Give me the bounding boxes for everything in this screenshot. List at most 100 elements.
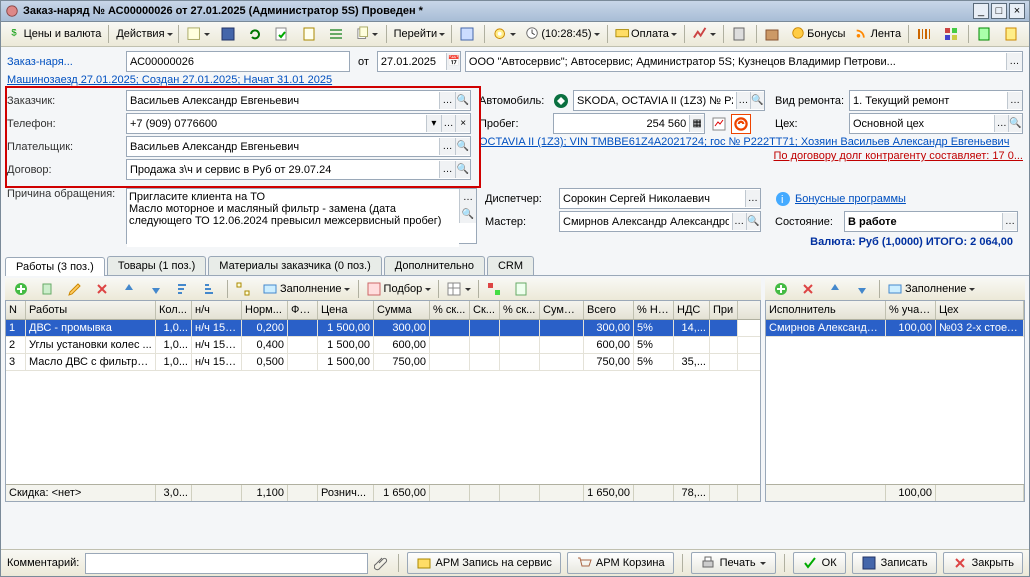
calendar-icon[interactable]: 📅 <box>446 53 459 70</box>
tb-15[interactable] <box>972 23 998 45</box>
clock-button[interactable]: (10:28:45) <box>521 23 603 45</box>
col-note[interactable]: При <box>710 301 738 319</box>
print-button[interactable]: Печать <box>691 552 776 574</box>
table-row[interactable]: 2Углы установки колес ...1,0...н/ч 150..… <box>6 337 760 354</box>
table-row[interactable]: 1ДВС - промывка1,0...н/ч 150...0,2001 50… <box>6 320 760 337</box>
phone-field[interactable]: ▾…× <box>126 113 471 134</box>
clip-icon[interactable] <box>374 555 390 571</box>
sort-desc-button[interactable] <box>198 278 224 300</box>
table-row[interactable]: 3Масло ДВС с фильтро...1,0...н/ч 150...0… <box>6 354 760 371</box>
prices-button[interactable]: $Цены и валюта <box>5 23 105 45</box>
payer-field[interactable]: …🔍 <box>126 136 471 157</box>
tb-14[interactable] <box>939 23 965 45</box>
lookup-icon[interactable]: 🔍 <box>746 213 760 230</box>
car-field[interactable]: …🔍 <box>573 90 765 111</box>
tb-7[interactable] <box>351 23 383 45</box>
tb-10[interactable] <box>688 23 720 45</box>
tb-5[interactable] <box>297 23 323 45</box>
tb-1[interactable] <box>182 23 214 45</box>
tb-6[interactable] <box>324 23 350 45</box>
open-icon[interactable]: … <box>1006 53 1022 70</box>
feed-button[interactable]: Лента <box>850 23 905 45</box>
date-field[interactable]: 📅 <box>377 51 461 72</box>
lookup-icon[interactable]: 🔍 <box>455 138 470 155</box>
delete2-button[interactable] <box>796 278 822 300</box>
arm-record-button[interactable]: АРМ Запись на сервис <box>407 552 561 574</box>
tab-goods[interactable]: Товары (1 поз.) <box>107 256 206 275</box>
col-vat[interactable]: % НДС <box>634 301 674 319</box>
col-qty[interactable]: Кол... <box>156 301 192 319</box>
debt-link[interactable]: По договору долг контрагенту составляет:… <box>774 150 1023 162</box>
carinfo-link[interactable]: OCTAVIA II (1Z3); VIN TMBBE61Z4A2021724;… <box>479 136 1009 148</box>
col-name[interactable]: Работы <box>26 301 156 319</box>
col-vatv[interactable]: НДС <box>674 301 710 319</box>
tab-works[interactable]: Работы (3 поз.) <box>5 257 105 276</box>
reason-textarea[interactable]: Пригласите клиента на ТО Масло моторное … <box>127 189 459 247</box>
col-fix[interactable]: Фи... <box>288 301 318 319</box>
flag-icon[interactable] <box>711 116 727 132</box>
reason-field[interactable]: Пригласите клиента на ТО Масло моторное … <box>126 188 477 244</box>
status-field[interactable]: … <box>844 211 1018 232</box>
arm-cart-button[interactable]: АРМ Корзина <box>567 552 674 574</box>
col-n[interactable]: N <box>6 301 26 319</box>
doc-number-input[interactable] <box>127 56 349 68</box>
tb-16[interactable] <box>999 23 1025 45</box>
up-button[interactable] <box>117 278 143 300</box>
exec-grid[interactable]: Исполнитель % учас... Цех Смирнов Алекса… <box>765 300 1025 502</box>
actions-button[interactable]: Действия <box>112 23 175 45</box>
col-d4[interactable]: Сумм... <box>540 301 584 319</box>
dropdown-button[interactable]: ▾ <box>426 115 441 132</box>
master-field[interactable]: …🔍 <box>559 211 761 232</box>
col-total[interactable]: Всего <box>584 301 634 319</box>
copy-row-button[interactable] <box>36 278 62 300</box>
bonus-link[interactable]: Бонусные программы <box>795 193 906 205</box>
close-button[interactable]: Закрыть <box>943 552 1023 574</box>
tree-button[interactable] <box>231 278 257 300</box>
maximize-button[interactable]: □ <box>991 3 1007 19</box>
table-row[interactable]: Смирнов Александр...100,00№03 2-х стоечн… <box>766 320 1024 337</box>
dispatcher-field[interactable]: … <box>559 188 761 209</box>
tab-mats[interactable]: Материалы заказчика (0 поз.) <box>208 256 382 275</box>
dots-button[interactable]: … <box>439 92 454 109</box>
tb-g1[interactable] <box>442 278 475 300</box>
shop-field[interactable]: …🔍 <box>849 113 1023 134</box>
mileage-field[interactable]: ▦ <box>553 113 705 134</box>
tab-crm[interactable]: CRM <box>487 256 534 275</box>
down-button[interactable] <box>144 278 170 300</box>
comment-field[interactable] <box>85 553 367 574</box>
contract-field[interactable]: …🔍 <box>126 159 471 180</box>
lookup-icon[interactable]: 🔍 <box>1008 115 1022 132</box>
tb-9[interactable] <box>488 23 520 45</box>
col-sum[interactable]: Сумма <box>374 301 430 319</box>
col-pct[interactable]: % учас... <box>886 301 936 319</box>
select-button[interactable]: Подбор <box>362 278 436 300</box>
fill-button[interactable]: Заполнение <box>258 278 355 300</box>
works-grid[interactable]: N Работы Кол... н/ч Норм... Фи... Цена С… <box>5 300 761 502</box>
save-button[interactable]: Записать <box>852 552 937 574</box>
tb-g3[interactable] <box>509 278 535 300</box>
minimize-button[interactable]: _ <box>973 3 989 19</box>
calc-icon[interactable]: ▦ <box>689 115 704 132</box>
col-d1[interactable]: % ск... <box>430 301 470 319</box>
tb-4[interactable] <box>270 23 296 45</box>
tb-2[interactable] <box>216 23 242 45</box>
tb-11[interactable] <box>727 23 753 45</box>
col-shop[interactable]: Цех <box>936 301 1024 319</box>
tb-13[interactable] <box>912 23 938 45</box>
fill2-button[interactable]: Заполнение <box>883 278 980 300</box>
up2-button[interactable] <box>823 278 849 300</box>
type-field[interactable]: … <box>849 90 1023 111</box>
clear-button[interactable]: × <box>455 115 470 132</box>
date-input[interactable] <box>378 56 447 68</box>
edit-button[interactable] <box>63 278 89 300</box>
add-button[interactable] <box>9 278 35 300</box>
tb-8[interactable] <box>455 23 481 45</box>
ok-button[interactable]: ОК <box>793 552 846 574</box>
info-icon[interactable]: i <box>775 191 791 207</box>
lookup-icon[interactable]: 🔍 <box>459 206 476 223</box>
doc-number-field[interactable] <box>126 51 350 72</box>
dots-button[interactable]: … <box>441 115 456 132</box>
tb-3[interactable] <box>243 23 269 45</box>
tb-12[interactable] <box>760 23 786 45</box>
col-exec[interactable]: Исполнитель <box>766 301 886 319</box>
